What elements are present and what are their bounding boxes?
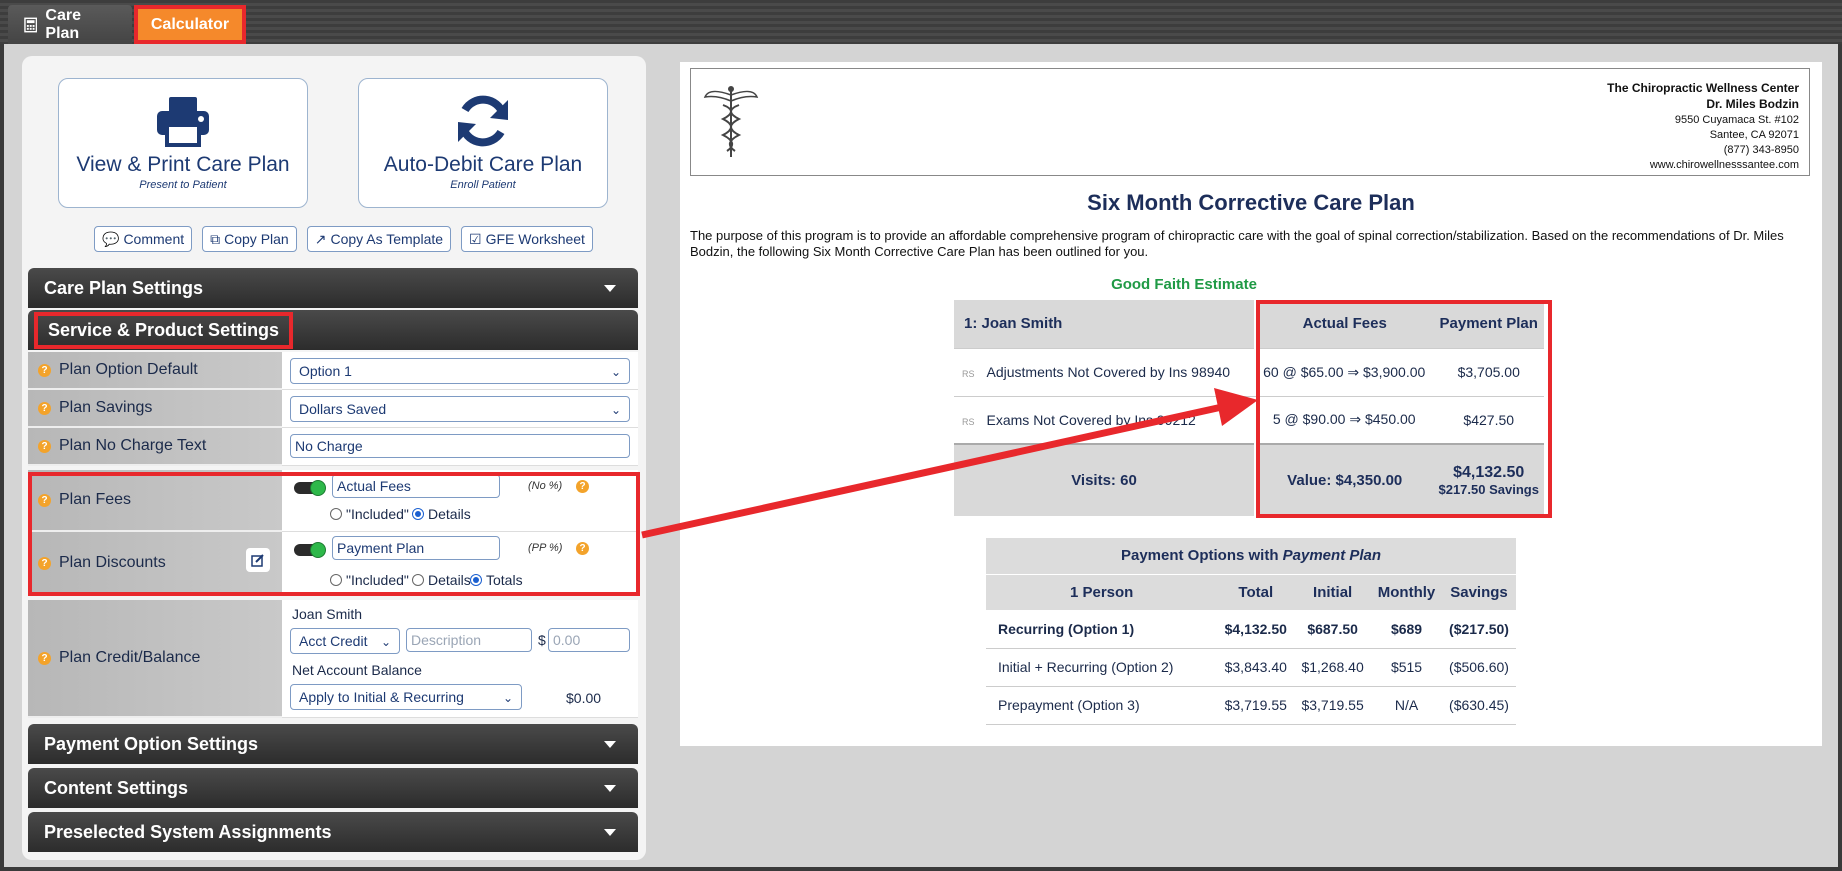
payment-option-settings-header[interactable]: Payment Option Settings bbox=[28, 724, 638, 764]
po-header: 1 Person bbox=[986, 574, 1218, 610]
plan-option-default-label: Plan Option Default bbox=[59, 361, 198, 378]
copy-plan-button[interactable]: ⧉ Copy Plan bbox=[202, 226, 297, 252]
po-title-prefix: Payment Options with bbox=[1120, 547, 1283, 565]
comment-button[interactable]: 💬 Comment bbox=[94, 226, 193, 252]
caret-down-icon bbox=[604, 829, 616, 836]
checkbox-icon: ☑ bbox=[469, 230, 482, 247]
po-header: Initial bbox=[1294, 574, 1372, 610]
po-header: Savings bbox=[1442, 574, 1516, 610]
highlight-box bbox=[28, 472, 640, 596]
tab-care-plan[interactable]: Care Plan bbox=[8, 5, 132, 44]
clinic-website: www.chirowellnesssantee.com bbox=[1649, 159, 1799, 171]
view-print-title: View & Print Care Plan bbox=[76, 153, 290, 176]
settings-panel: View & Print Care Plan Present to Patien… bbox=[22, 56, 646, 860]
service-product-settings-title: Service & Product Settings bbox=[34, 311, 294, 349]
chevron-down-icon: ⌄ bbox=[610, 365, 621, 379]
plan-no-charge-label: Plan No Charge Text bbox=[59, 437, 207, 454]
caret-down-icon bbox=[604, 285, 616, 292]
chevron-down-icon: ⌄ bbox=[610, 403, 621, 417]
tab-calculator-label: Calculator bbox=[150, 15, 230, 33]
gfe-heading: Good Faith Estimate bbox=[1111, 276, 1257, 293]
clinic-address: 9550 Cuyamaca St. #102 bbox=[1674, 114, 1799, 126]
table-row: Prepayment (Option 3) $3,719.55 $3,719.5… bbox=[986, 686, 1516, 725]
gfe-patient: 1: Joan Smith bbox=[954, 300, 1256, 348]
comment-icon: 💬 bbox=[102, 230, 120, 247]
service-product-settings-header[interactable]: Service & Product Settings bbox=[28, 310, 638, 350]
auto-debit-title: Auto-Debit Care Plan bbox=[383, 153, 583, 176]
tab-calculator[interactable]: Calculator bbox=[134, 5, 246, 44]
caduceus-logo bbox=[703, 86, 759, 157]
credit-description-input[interactable]: Description bbox=[406, 628, 532, 652]
gfe-worksheet-button[interactable]: ☑ GFE Worksheet bbox=[461, 226, 593, 252]
care-plan-settings-title: Care Plan Settings bbox=[44, 277, 204, 298]
payment-options-table: Payment Options with Payment Plan 1 Pers… bbox=[986, 538, 1516, 725]
chevron-down-icon: ⌄ bbox=[502, 691, 513, 705]
auto-debit-button[interactable]: Auto-Debit Care Plan Enroll Patient bbox=[358, 78, 608, 208]
tab-care-plan-label: Care Plan bbox=[45, 6, 81, 42]
clinic-doctor: Dr. Miles Bodzin bbox=[1706, 97, 1799, 111]
plan-title: Six Month Corrective Care Plan bbox=[1087, 190, 1415, 215]
printer-icon bbox=[59, 91, 307, 151]
plan-savings-label: Plan Savings bbox=[59, 399, 153, 416]
care-plan-preview: The Chiropractic Wellness Center Dr. Mil… bbox=[680, 62, 1822, 746]
tab-bar: Care Plan Calculator bbox=[0, 0, 1842, 44]
net-balance-label: Net Account Balance bbox=[292, 662, 422, 678]
credit-amount-input[interactable]: 0.00 bbox=[548, 628, 630, 652]
po-title-em: Payment Plan bbox=[1282, 547, 1382, 565]
help-icon[interactable]: ? bbox=[38, 363, 51, 377]
po-header: Total bbox=[1217, 574, 1295, 610]
copy-template-button[interactable]: ↗ Copy As Template bbox=[306, 226, 452, 252]
calculator-icon bbox=[24, 17, 38, 32]
caret-down-icon bbox=[604, 741, 616, 748]
external-link-icon: ↗ bbox=[314, 230, 327, 247]
table-row: Initial + Recurring (Option 2) $3,843.40… bbox=[986, 648, 1516, 687]
plan-actions: 💬 Comment ⧉ Copy Plan ↗ Copy As Template ☑ G… bbox=[94, 226, 593, 252]
payment-option-settings-title: Payment Option Settings bbox=[44, 733, 259, 754]
copy-icon: ⧉ bbox=[210, 230, 221, 247]
view-print-subtitle: Present to Patient bbox=[139, 179, 227, 191]
plan-no-charge-input[interactable]: No Charge bbox=[290, 434, 630, 458]
clinic-phone: (877) 343-8950 bbox=[1723, 144, 1799, 156]
credit-type-select[interactable]: Acct Credit ⌄ bbox=[290, 628, 400, 654]
help-icon[interactable]: ? bbox=[38, 401, 51, 415]
auto-debit-subtitle: Enroll Patient bbox=[450, 179, 516, 191]
preselected-assignments-header[interactable]: Preselected System Assignments bbox=[28, 812, 638, 852]
copy-template-label: Copy As Template bbox=[330, 231, 444, 247]
po-header: Monthly bbox=[1371, 574, 1442, 610]
credit-patient-name: Joan Smith bbox=[292, 606, 363, 622]
plan-option-default-row: ? Plan Option Default Option 1 ⌄ bbox=[28, 352, 638, 390]
net-balance-value: $0.00 bbox=[566, 690, 602, 706]
content-settings-header[interactable]: Content Settings bbox=[28, 768, 638, 808]
plan-intro: The purpose of this program is to provid… bbox=[690, 228, 1784, 259]
view-print-button[interactable]: View & Print Care Plan Present to Patien… bbox=[58, 78, 308, 208]
highlight-box bbox=[1256, 300, 1552, 518]
plan-no-charge-row: ? Plan No Charge Text No Charge bbox=[28, 428, 638, 466]
plan-option-default-select[interactable]: Option 1 ⌄ bbox=[290, 358, 630, 384]
gfe-visits: Visits: 60 bbox=[954, 443, 1256, 516]
care-plan-settings-header[interactable]: Care Plan Settings bbox=[28, 268, 638, 308]
plan-credit-label: Plan Credit/Balance bbox=[59, 649, 201, 666]
currency-symbol: $ bbox=[538, 632, 546, 648]
plan-credit-row: ? Plan Credit/Balance Joan Smith Acct Cre… bbox=[28, 600, 638, 718]
clinic-city: Santee, CA 92071 bbox=[1709, 129, 1799, 141]
plan-option-default-value: Option 1 bbox=[299, 363, 352, 379]
plan-savings-select[interactable]: Dollars Saved ⌄ bbox=[290, 396, 630, 422]
letterhead: The Chiropractic Wellness Center Dr. Mil… bbox=[690, 68, 1810, 176]
apply-balance-select[interactable]: Apply to Initial & Recurring ⌄ bbox=[290, 684, 522, 710]
clinic-info: The Chiropractic Wellness Center Dr. Mil… bbox=[1607, 81, 1799, 173]
help-icon[interactable]: ? bbox=[38, 651, 51, 665]
plan-savings-row: ? Plan Savings Dollars Saved ⌄ bbox=[28, 390, 638, 428]
copy-plan-label: Copy Plan bbox=[224, 231, 289, 247]
refresh-icon bbox=[359, 91, 607, 151]
comment-label: Comment bbox=[123, 231, 185, 247]
table-row: Recurring (Option 1) $4,132.50 $687.50 $… bbox=[986, 610, 1516, 649]
preselected-assignments-title: Preselected System Assignments bbox=[44, 821, 332, 842]
plan-savings-value: Dollars Saved bbox=[299, 401, 387, 417]
content-settings-title: Content Settings bbox=[44, 777, 188, 798]
help-icon[interactable]: ? bbox=[38, 439, 51, 453]
caret-down-icon bbox=[604, 785, 616, 792]
gfe-worksheet-label: GFE Worksheet bbox=[485, 231, 585, 247]
clinic-name: The Chiropractic Wellness Center bbox=[1607, 81, 1799, 95]
chevron-down-icon: ⌄ bbox=[380, 635, 391, 649]
